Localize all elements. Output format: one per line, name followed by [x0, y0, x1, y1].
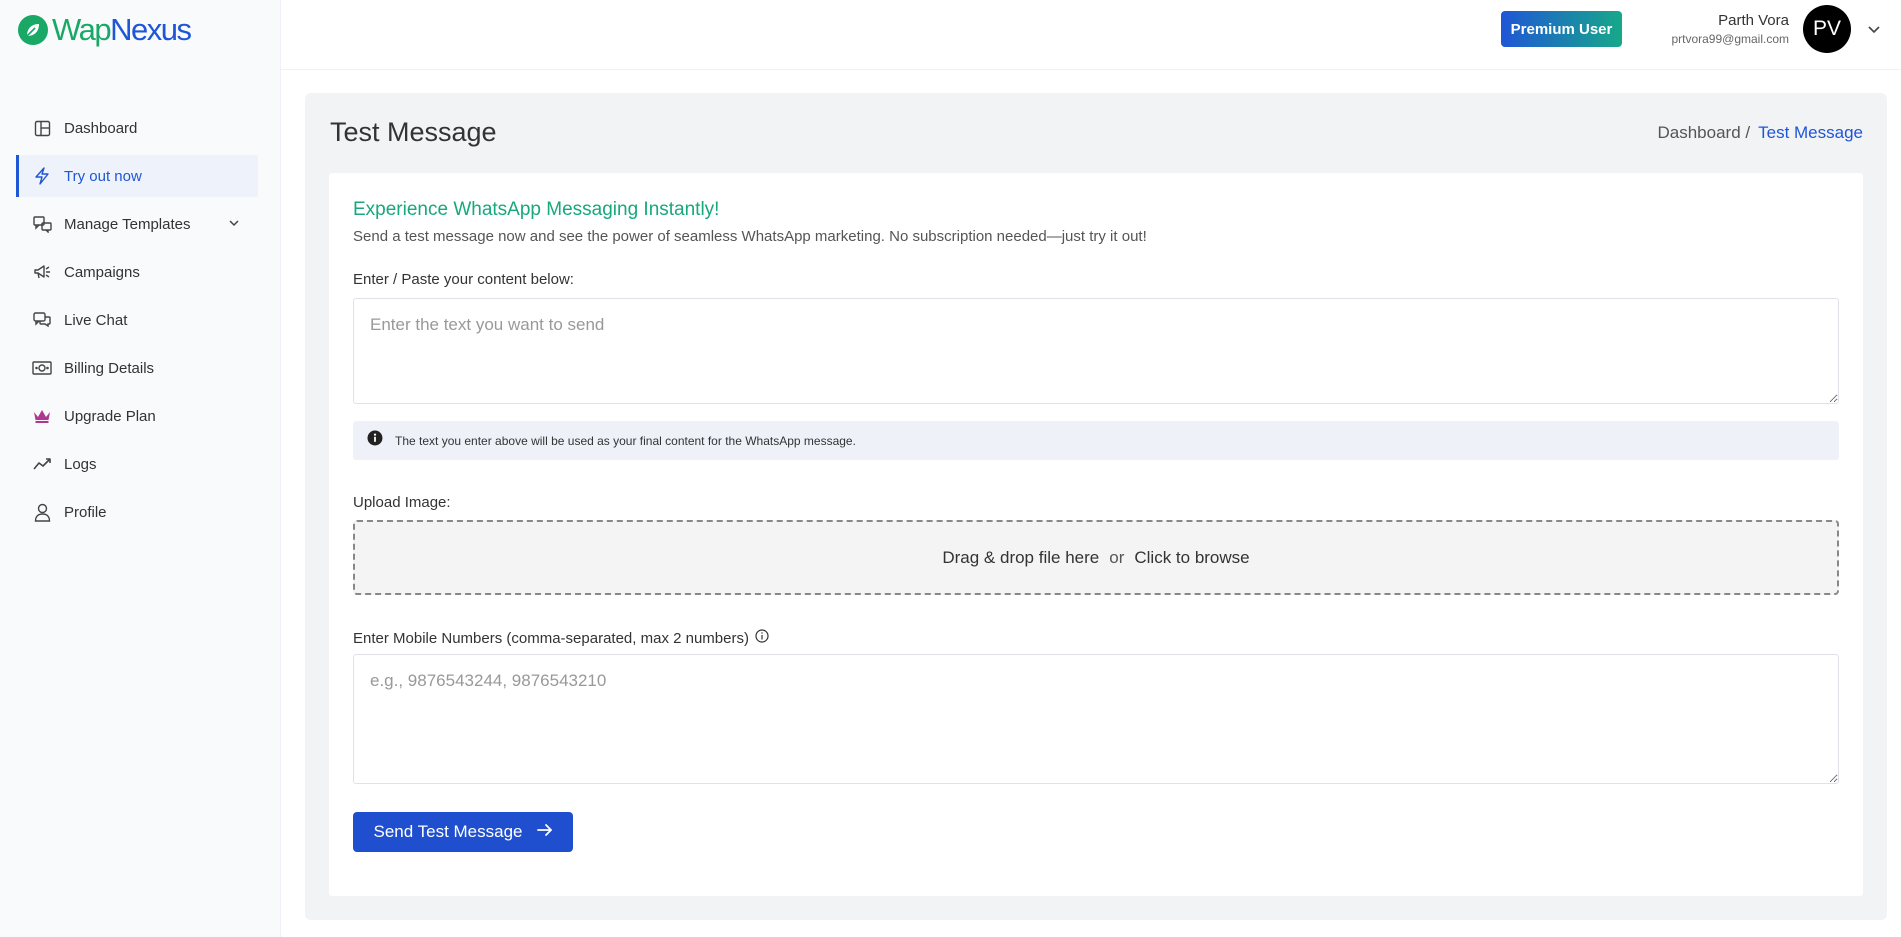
- chat-icon: [32, 310, 52, 330]
- card-heading: Experience WhatsApp Messaging Instantly!: [353, 199, 720, 220]
- user-email: prtvora99@gmail.com: [1671, 32, 1789, 46]
- sidebar-item-billing-details[interactable]: Billing Details: [16, 347, 258, 389]
- user-icon: [32, 502, 52, 522]
- sidebar-item-label: Try out now: [64, 167, 142, 185]
- send-test-message-button[interactable]: Send Test Message: [353, 812, 573, 852]
- sidebar: WapNexus Dashboard Try out now Manage Te…: [0, 0, 281, 937]
- sidebar-item-campaigns[interactable]: Campaigns: [16, 251, 258, 293]
- megaphone-icon: [32, 262, 52, 282]
- card-subheading: Send a test message now and see the powe…: [353, 228, 1147, 245]
- crown-icon: [32, 406, 52, 426]
- breadcrumb-dashboard-link[interactable]: Dashboard /: [1657, 123, 1750, 143]
- leaf-logo-icon: [18, 15, 48, 45]
- templates-icon: [32, 214, 52, 234]
- browse-link[interactable]: Click to browse: [1134, 548, 1249, 568]
- user-menu-chevron-icon[interactable]: [1867, 22, 1881, 40]
- mobile-numbers-textarea[interactable]: [353, 654, 1839, 784]
- content-textarea[interactable]: [353, 298, 1839, 404]
- money-icon: [32, 358, 52, 378]
- info-circle-icon: [367, 430, 383, 451]
- brand-logo[interactable]: WapNexus: [18, 12, 192, 48]
- avatar[interactable]: PV: [1803, 5, 1851, 53]
- send-button-label: Send Test Message: [373, 822, 523, 841]
- info-text: The text you enter above will be used as…: [395, 433, 856, 448]
- sidebar-item-label: Logs: [64, 455, 97, 473]
- sidebar-item-manage-templates[interactable]: Manage Templates: [16, 203, 258, 245]
- sidebar-item-label: Dashboard: [64, 119, 138, 137]
- sidebar-nav: Dashboard Try out now Manage Templates C…: [16, 107, 258, 539]
- sidebar-item-label: Profile: [64, 503, 107, 521]
- drop-or-text: or: [1109, 547, 1125, 567]
- premium-user-button[interactable]: Premium User: [1501, 11, 1622, 47]
- top-header: Premium User Parth Vora prtvora99@gmail.…: [281, 0, 1901, 70]
- sidebar-item-dashboard[interactable]: Dashboard: [16, 107, 258, 149]
- brand-name: WapNexus: [52, 12, 192, 47]
- chevron-down-icon[interactable]: [228, 216, 240, 234]
- content-label: Enter / Paste your content below:: [353, 271, 574, 288]
- file-dropzone[interactable]: Drag & drop file here or Click to browse: [353, 520, 1839, 595]
- mobile-numbers-label-row: Enter Mobile Numbers (comma-separated, m…: [353, 629, 769, 647]
- breadcrumb: Dashboard / Test Message: [1657, 123, 1863, 143]
- sidebar-item-upgrade-plan[interactable]: Upgrade Plan: [16, 395, 258, 437]
- sidebar-item-label: Billing Details: [64, 359, 155, 377]
- drop-text: Drag & drop file here: [942, 547, 1100, 567]
- sidebar-item-label: Manage Templates: [64, 215, 191, 233]
- user-name: Parth Vora: [1718, 12, 1789, 29]
- arrow-right-icon: [536, 822, 553, 842]
- main-content: Test Message Dashboard / Test Message Ex…: [305, 93, 1887, 920]
- breadcrumb-current: Test Message: [1758, 123, 1863, 142]
- sidebar-item-live-chat[interactable]: Live Chat: [16, 299, 258, 341]
- sidebar-item-label: Live Chat: [64, 311, 128, 329]
- page-title: Test Message: [330, 117, 497, 147]
- sidebar-item-try-out-now[interactable]: Try out now: [16, 155, 258, 197]
- sidebar-item-label: Campaigns: [64, 263, 140, 281]
- info-box: The text you enter above will be used as…: [353, 421, 1839, 460]
- info-outline-icon[interactable]: [755, 629, 769, 647]
- sidebar-item-profile[interactable]: Profile: [16, 491, 258, 533]
- lightning-icon: [32, 166, 52, 186]
- trend-icon: [32, 454, 52, 474]
- mobile-numbers-label: Enter Mobile Numbers (comma-separated, m…: [353, 629, 749, 647]
- dashboard-icon: [32, 118, 52, 138]
- upload-image-label: Upload Image:: [353, 494, 451, 511]
- sidebar-item-logs[interactable]: Logs: [16, 443, 258, 485]
- test-message-card: Experience WhatsApp Messaging Instantly!…: [329, 173, 1863, 896]
- sidebar-item-label: Upgrade Plan: [64, 407, 156, 425]
